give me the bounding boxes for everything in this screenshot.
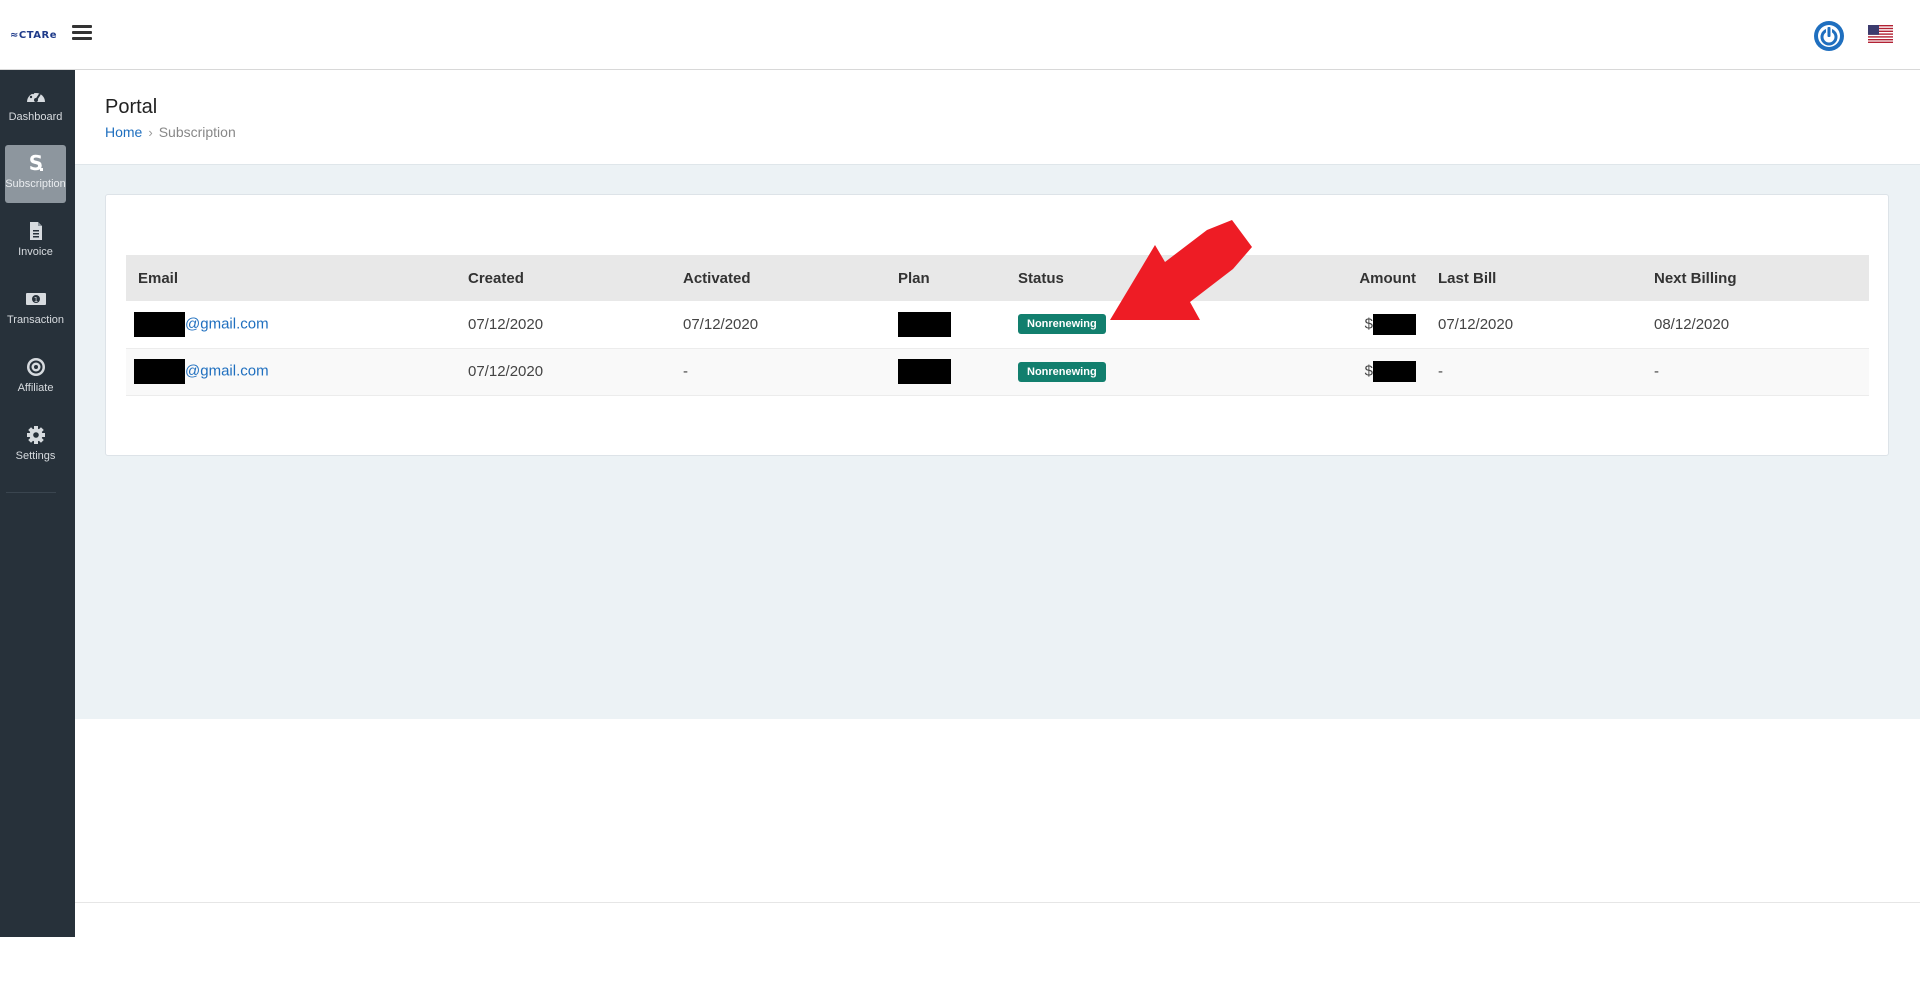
- dollar-icon: S: [28, 153, 42, 173]
- created-cell: 07/12/2020: [456, 301, 671, 349]
- footer-divider: [75, 902, 1920, 903]
- last-bill-cell: -: [1426, 348, 1642, 396]
- sidebar-item-dashboard[interactable]: Dashboard: [5, 78, 66, 136]
- next-billing-cell: 08/12/2020: [1642, 301, 1869, 349]
- table-header-row: Email Created Activated Plan Status Amou…: [126, 255, 1869, 301]
- content-area: Email Created Activated Plan Status Amou…: [75, 165, 1920, 719]
- column-header-email[interactable]: Email: [126, 255, 456, 301]
- status-badge: Nonrenewing: [1018, 314, 1106, 335]
- currency-symbol: $: [1364, 315, 1373, 333]
- subscriptions-table: Email Created Activated Plan Status Amou…: [126, 255, 1869, 396]
- us-flag-icon[interactable]: [1868, 25, 1893, 43]
- redacted-block: [898, 359, 951, 384]
- column-header-plan[interactable]: Plan: [886, 255, 1006, 301]
- document-icon: [29, 222, 42, 240]
- power-icon[interactable]: [1813, 20, 1845, 52]
- plan-cell: [886, 348, 1006, 396]
- sidebar-item-transaction[interactable]: 1 Transaction: [5, 281, 66, 339]
- page-header: Portal Home › Subscription: [75, 70, 1920, 165]
- status-cell: Nonrenewing: [1006, 348, 1206, 396]
- amount-cell: $: [1206, 348, 1426, 396]
- gear-icon: [26, 426, 45, 444]
- plan-cell: [886, 301, 1006, 349]
- redacted-block: [1373, 361, 1416, 382]
- svg-text:1: 1: [33, 296, 37, 304]
- sidebar-item-label: Invoice: [18, 246, 53, 258]
- email-cell: @gmail.com: [126, 301, 456, 349]
- app-logo[interactable]: ≈CTARe: [10, 30, 57, 41]
- activated-cell: 07/12/2020: [671, 301, 886, 349]
- redacted-block: [134, 311, 185, 337]
- sidebar-item-invoice[interactable]: Invoice: [5, 213, 66, 271]
- sidebar-item-label: Transaction: [6, 314, 65, 326]
- column-header-next-billing[interactable]: Next Billing: [1642, 255, 1869, 301]
- sidebar-item-label: Subscription: [5, 178, 66, 190]
- sidebar-item-affiliate[interactable]: Affiliate: [5, 349, 66, 407]
- sidebar: Dashboard S Subscription Invoice 1 Trans…: [0, 70, 75, 937]
- sidebar-divider: [6, 492, 56, 493]
- table-row[interactable]: @gmail.com 07/12/2020 - Nonrenewing $ - …: [126, 348, 1869, 396]
- next-billing-cell: -: [1642, 348, 1869, 396]
- email-link[interactable]: @gmail.com: [185, 362, 269, 379]
- column-header-created[interactable]: Created: [456, 255, 671, 301]
- activated-cell: -: [671, 348, 886, 396]
- dashboard-icon: [26, 90, 45, 102]
- menu-toggle-icon[interactable]: [72, 25, 92, 41]
- sidebar-item-label: Dashboard: [8, 111, 63, 123]
- redacted-block: [134, 359, 185, 384]
- column-header-activated[interactable]: Activated: [671, 255, 886, 301]
- column-header-last-bill[interactable]: Last Bill: [1426, 255, 1642, 301]
- email-link[interactable]: @gmail.com: [185, 315, 269, 332]
- sidebar-item-label: Affiliate: [17, 382, 54, 394]
- status-badge: Nonrenewing: [1018, 361, 1106, 382]
- sidebar-item-subscription[interactable]: S Subscription: [5, 145, 66, 203]
- annotation-arrow-icon: [1110, 220, 1252, 320]
- last-bill-cell: 07/12/2020: [1426, 301, 1642, 349]
- redacted-block: [1373, 313, 1416, 335]
- redacted-block: [898, 311, 951, 337]
- money-icon: 1: [25, 293, 46, 305]
- sidebar-item-label: Settings: [15, 450, 56, 462]
- table-row[interactable]: @gmail.com 07/12/2020 07/12/2020 Nonrene…: [126, 301, 1869, 349]
- sidebar-item-settings[interactable]: Settings: [5, 417, 66, 475]
- currency-symbol: $: [1364, 362, 1373, 380]
- chevron-right-icon: ›: [148, 125, 153, 140]
- breadcrumb-home-link[interactable]: Home: [105, 124, 142, 140]
- top-bar: ≈CTARe: [0, 0, 1920, 70]
- breadcrumb: Home › Subscription: [105, 124, 236, 140]
- bullseye-icon: [26, 358, 45, 376]
- subscriptions-card: Email Created Activated Plan Status Amou…: [105, 194, 1889, 456]
- email-cell: @gmail.com: [126, 348, 456, 396]
- breadcrumb-current: Subscription: [158, 124, 236, 140]
- created-cell: 07/12/2020: [456, 348, 671, 396]
- page-title: Portal: [105, 96, 158, 118]
